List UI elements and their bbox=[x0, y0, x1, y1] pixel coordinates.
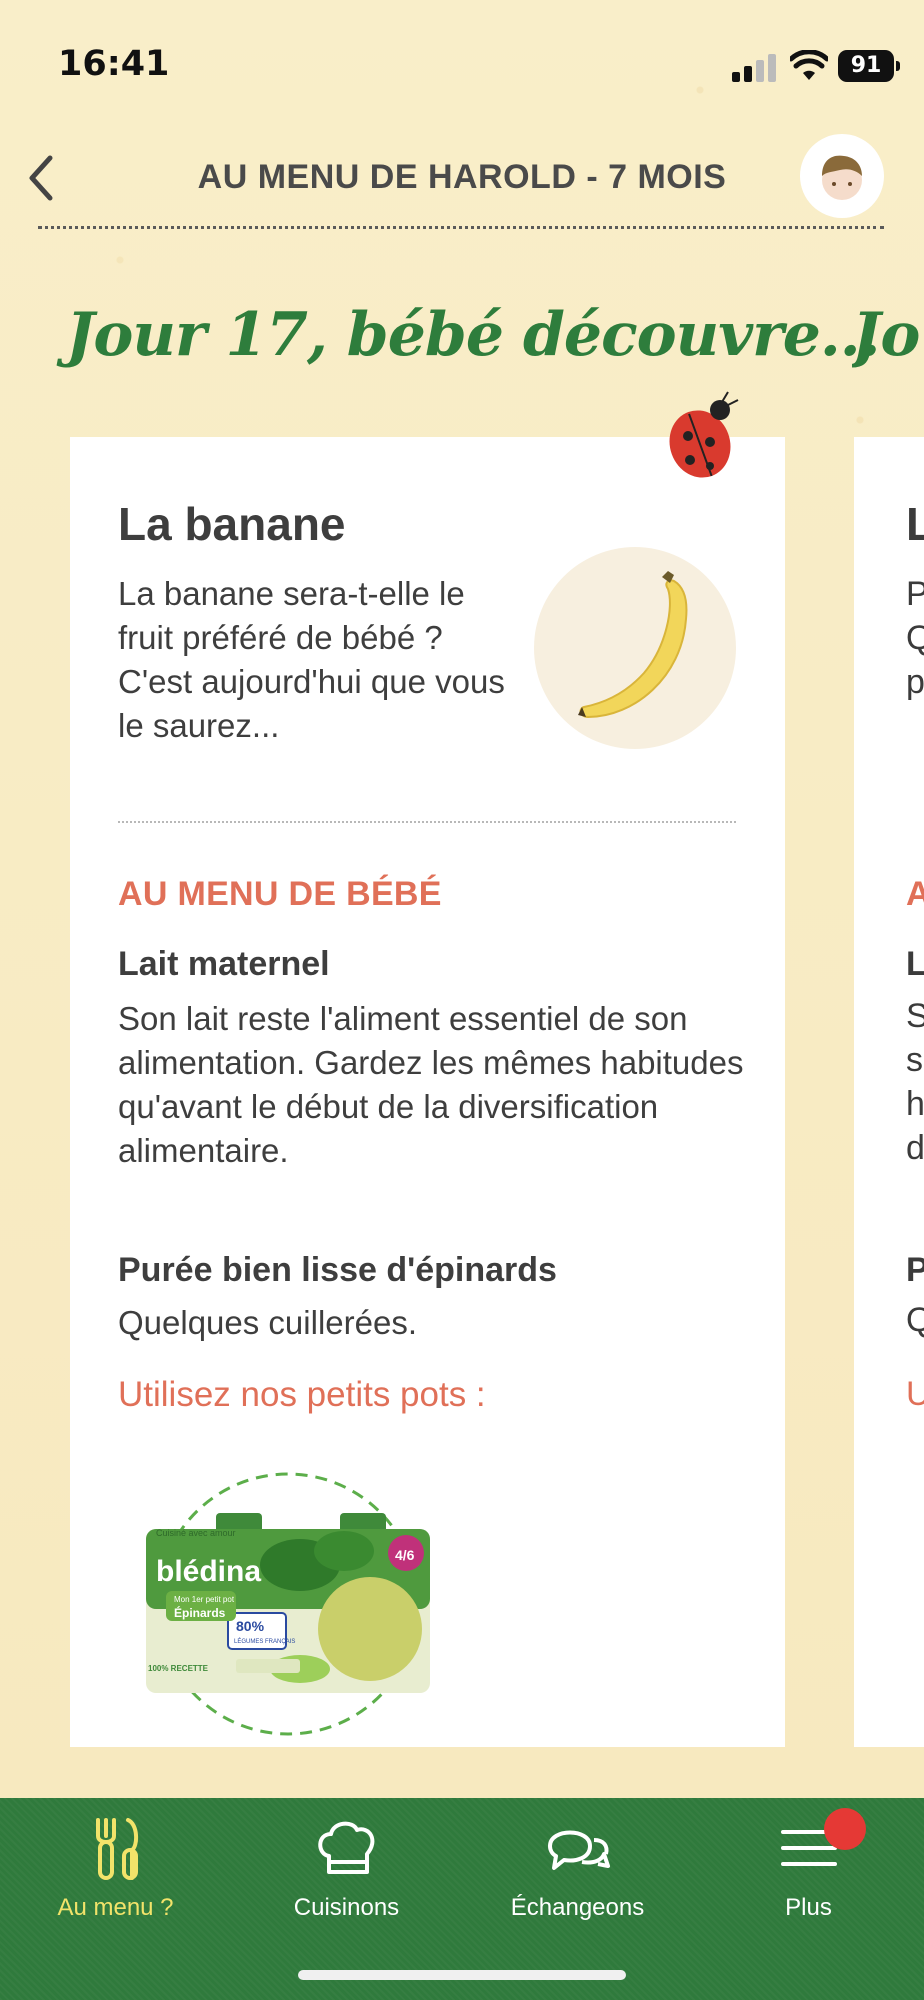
status-time: 16:41 bbox=[58, 44, 170, 84]
nav-item-plus[interactable]: Plus bbox=[693, 1810, 924, 1930]
chef-hat-icon bbox=[318, 1821, 375, 1874]
status-bar: 16:41 91 bbox=[0, 0, 924, 130]
next-day-title-peek: Jo bbox=[852, 300, 921, 370]
battery-icon: 91 bbox=[838, 50, 900, 82]
banana-icon bbox=[578, 571, 688, 719]
avatar[interactable] bbox=[800, 134, 884, 218]
nav-item-au-menu[interactable]: Au menu ? bbox=[0, 1810, 231, 1930]
menu-item-name: Lait maternel bbox=[118, 945, 330, 983]
chat-bubbles-icon bbox=[548, 1830, 610, 1870]
menu-heading: AU MENU DE BÉBÉ bbox=[118, 875, 442, 913]
food-title: La banane bbox=[118, 498, 346, 550]
header: AU MENU DE HAROLD - 7 MOIS bbox=[0, 130, 924, 230]
nav-label: Plus bbox=[785, 1894, 832, 1921]
baby-avatar-icon bbox=[822, 155, 862, 200]
svg-text:LÉGUMES FRANÇAIS: LÉGUMES FRANÇAIS bbox=[234, 1638, 295, 1645]
menu-item-description: Quelques cuillerées. bbox=[118, 1304, 417, 1341]
day-title: Jour 17, bébé découvre... bbox=[66, 300, 881, 370]
banana-illustration bbox=[534, 547, 736, 749]
product-spinach-jars[interactable]: Cuisiné avec amour blédina Mon 1er petit… bbox=[144, 1469, 444, 1739]
nav-label: Au menu ? bbox=[57, 1894, 174, 1921]
fork-knife-icon bbox=[96, 1818, 139, 1880]
wifi-icon bbox=[790, 50, 828, 80]
svg-text:4/6: 4/6 bbox=[395, 1547, 415, 1563]
section-divider bbox=[118, 821, 736, 823]
svg-text:Cuisiné avec amour: Cuisiné avec amour bbox=[156, 1528, 236, 1538]
svg-text:80%: 80% bbox=[236, 1618, 265, 1634]
svg-text:100% RECETTE: 100% RECETTE bbox=[148, 1664, 209, 1673]
menu-item-description: Son lait reste l'aliment essentiel de so… bbox=[118, 1000, 744, 1169]
nav-item-echangeons[interactable]: Échangeons bbox=[462, 1810, 693, 1930]
food-description: La banane sera-t-elle le fruit préféré d… bbox=[118, 575, 505, 744]
ladybug-icon bbox=[669, 391, 739, 478]
day-card[interactable]: La banane La banane sera-t-elle le fruit… bbox=[70, 437, 785, 1747]
nav-label: Cuisinons bbox=[293, 1894, 400, 1921]
home-indicator[interactable] bbox=[298, 1970, 626, 1980]
svg-text:blédina: blédina bbox=[156, 1555, 261, 1588]
page-title: AU MENU DE HAROLD - 7 MOIS bbox=[197, 158, 727, 196]
next-day-card-peek[interactable]: L P Q p A L S s h d P Q U bbox=[854, 437, 924, 1747]
svg-text:Épinards: Épinards bbox=[174, 1605, 226, 1620]
nav-label: Échangeons bbox=[510, 1894, 645, 1921]
menu-item-name: Purée bien lisse d'épinards bbox=[118, 1251, 557, 1289]
header-divider bbox=[38, 226, 884, 229]
use-products-link[interactable]: Utilisez nos petits pots : bbox=[118, 1375, 486, 1415]
nav-item-cuisinons[interactable]: Cuisinons bbox=[231, 1810, 462, 1930]
signal-icon bbox=[732, 54, 776, 82]
product-image: Cuisiné avec amour blédina Mon 1er petit… bbox=[146, 1472, 430, 1736]
svg-text:Mon 1er petit pot: Mon 1er petit pot bbox=[174, 1595, 235, 1604]
notification-badge bbox=[824, 1808, 866, 1850]
